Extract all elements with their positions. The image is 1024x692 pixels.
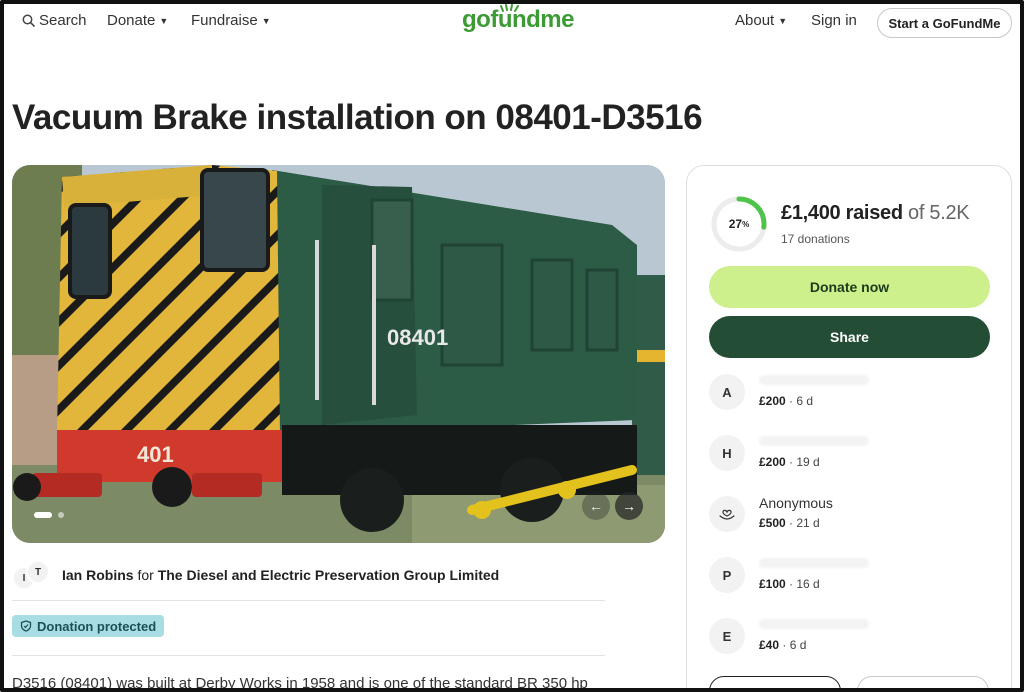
see-top-button[interactable] bbox=[857, 676, 989, 692]
avatar: A bbox=[709, 374, 745, 410]
chevron-down-icon: ▼ bbox=[261, 15, 271, 26]
donation-meta: £500 · 21 d bbox=[759, 516, 820, 530]
locomotive-side-number: 08401 bbox=[387, 325, 448, 350]
fundraise-menu[interactable]: Fundraise ▼ bbox=[191, 12, 271, 29]
organizer-for: for bbox=[137, 567, 154, 583]
logo-sprout-icon bbox=[500, 4, 519, 12]
donor-name-redacted bbox=[759, 558, 869, 568]
organizer-text: Ian Robins for The Diesel and Electric P… bbox=[62, 567, 499, 583]
arrow-left-icon[interactable]: ← bbox=[582, 492, 610, 520]
progress-ring: 27% bbox=[709, 194, 769, 254]
donation-protected-label: Donation protected bbox=[37, 618, 157, 634]
fundraise-menu-label: Fundraise bbox=[191, 12, 258, 29]
donation-list-item: E £40 · 6 d bbox=[709, 618, 989, 658]
donate-now-button[interactable]: Donate now bbox=[709, 266, 990, 308]
signin-label: Sign in bbox=[811, 12, 857, 29]
share-button[interactable]: Share bbox=[709, 316, 990, 358]
avatar: P bbox=[709, 557, 745, 593]
signin-link[interactable]: Sign in bbox=[811, 12, 857, 29]
locomotive-front-number: 401 bbox=[137, 442, 174, 467]
donation-list-item: H £200 · 19 d bbox=[709, 435, 989, 475]
goal-amount: of 5.2K bbox=[908, 202, 970, 224]
donate-menu-label: Donate bbox=[107, 12, 156, 29]
search-label: Search bbox=[39, 12, 87, 29]
donation-list-item: Anonymous £500 · 21 d bbox=[709, 495, 989, 536]
avatar: E bbox=[709, 618, 745, 654]
amount-raised: £1,400 raised of 5.2K bbox=[781, 202, 970, 225]
donation-meta: £40 · 6 d bbox=[759, 638, 807, 652]
donor-name-redacted bbox=[759, 619, 869, 629]
divider bbox=[12, 600, 605, 601]
carousel-dot[interactable] bbox=[58, 512, 64, 518]
heart-hand-icon bbox=[709, 496, 745, 532]
see-all-button[interactable] bbox=[709, 676, 841, 692]
organizer-row: I T Ian Robins for The Diesel and Electr… bbox=[12, 557, 612, 593]
carousel-dots bbox=[34, 512, 64, 518]
progress-percent: 27% bbox=[728, 217, 750, 231]
donation-list-item: P £100 · 16 d bbox=[709, 557, 989, 597]
start-gofundme-button[interactable]: Start a GoFundMe bbox=[877, 8, 1012, 38]
donation-card: 27% £1,400 raised of 5.2K 17 donations D… bbox=[686, 165, 1012, 692]
page-title: Vacuum Brake installation on 08401-D3516 bbox=[12, 98, 703, 137]
carousel-dot[interactable] bbox=[34, 512, 52, 518]
campaign-description: D3516 (08401) was built at Derby Works i… bbox=[12, 675, 588, 692]
avatar: T bbox=[26, 560, 50, 584]
organizer-name[interactable]: Ian Robins bbox=[62, 567, 134, 583]
donation-meta: £200 · 6 d bbox=[759, 394, 814, 408]
about-menu[interactable]: About ▼ bbox=[735, 12, 787, 29]
donation-protected-badge[interactable]: Donation protected bbox=[12, 615, 165, 637]
shield-icon bbox=[20, 620, 32, 632]
about-menu-label: About bbox=[735, 12, 775, 29]
arrow-right-icon[interactable]: → bbox=[615, 492, 643, 520]
search-icon bbox=[22, 14, 35, 27]
donation-meta: £200 · 19 d bbox=[759, 455, 820, 469]
donation-count: 17 donations bbox=[781, 232, 850, 246]
donor-name-redacted bbox=[759, 436, 869, 446]
organizer-avatars: I T bbox=[12, 560, 52, 590]
campaign-hero-image[interactable]: 08401 401 ← → bbox=[12, 165, 665, 543]
beneficiary-name[interactable]: The Diesel and Electric Preservation Gro… bbox=[158, 567, 500, 583]
raised-amount: £1,400 raised bbox=[781, 202, 903, 224]
top-navigation: Search Donate ▼ Fundraise ▼ gofundme Abo… bbox=[0, 0, 1024, 44]
donate-menu[interactable]: Donate ▼ bbox=[107, 12, 168, 29]
divider bbox=[12, 655, 605, 656]
donor-name: Anonymous bbox=[759, 495, 833, 511]
locomotive-photo: 08401 401 bbox=[12, 165, 665, 543]
chevron-down-icon: ▼ bbox=[159, 15, 169, 26]
donor-name-redacted bbox=[759, 375, 869, 385]
donation-meta: £100 · 16 d bbox=[759, 577, 820, 591]
chevron-down-icon: ▼ bbox=[778, 15, 788, 26]
search-link[interactable]: Search bbox=[22, 12, 87, 29]
avatar: H bbox=[709, 435, 745, 471]
donation-list-item: A £200 · 6 d bbox=[709, 374, 989, 414]
